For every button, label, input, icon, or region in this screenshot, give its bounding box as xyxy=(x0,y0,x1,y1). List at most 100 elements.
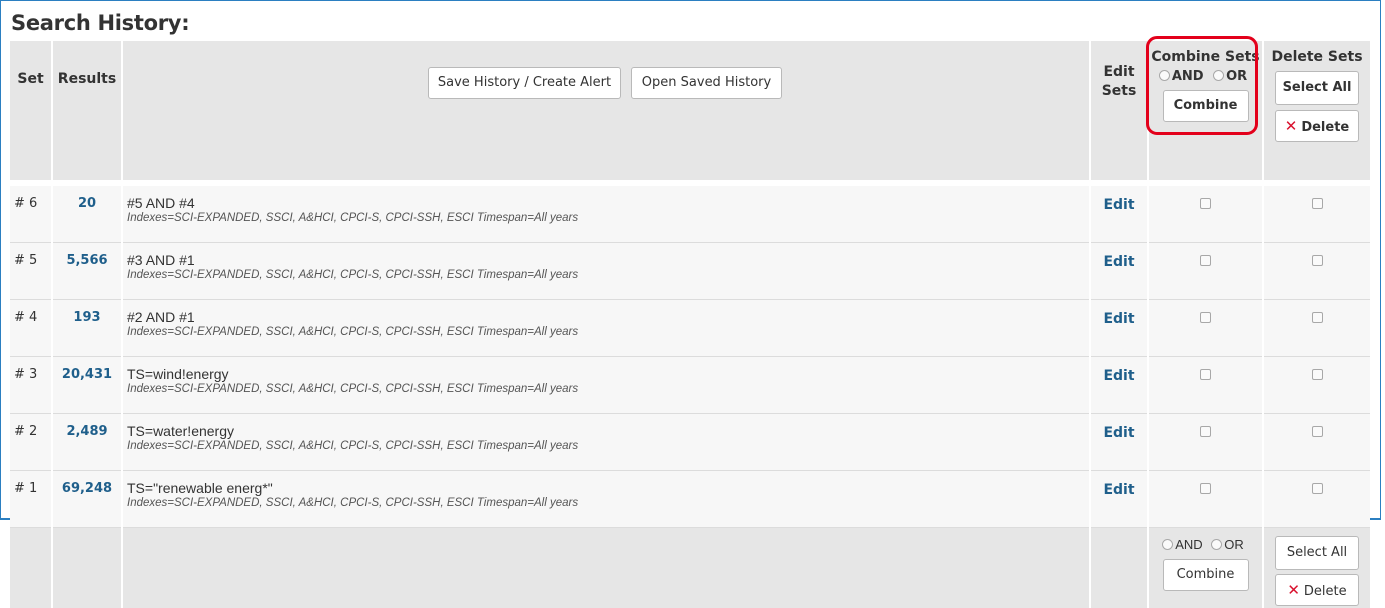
delete-cell xyxy=(1263,186,1370,243)
edit-link[interactable]: Edit xyxy=(1103,311,1134,327)
combine-cell xyxy=(1148,300,1263,357)
query-cell: #2 AND #1Indexes=SCI-EXPANDED, SSCI, A&H… xyxy=(122,300,1090,357)
query-cell: TS=wind!energyIndexes=SCI-EXPANDED, SSCI… xyxy=(122,357,1090,414)
results-count[interactable]: 193 xyxy=(52,300,122,357)
set-number: # 6 xyxy=(10,186,52,243)
delete-checkbox[interactable] xyxy=(1312,198,1323,209)
combine-cell xyxy=(1148,243,1263,300)
query-text: #5 AND #4 xyxy=(127,195,1089,211)
query-text: TS="renewable energ*" xyxy=(127,480,1089,496)
set-number: # 4 xyxy=(10,300,52,357)
delete-cell xyxy=(1263,414,1370,471)
results-count[interactable]: 2,489 xyxy=(52,414,122,471)
results-count[interactable]: 69,248 xyxy=(52,471,122,528)
query-meta: Indexes=SCI-EXPANDED, SSCI, A&HCI, CPCI-… xyxy=(127,211,1089,225)
search-history-panel: Search History: Set Results Edit Sets Co… xyxy=(0,0,1381,520)
query-text: TS=wind!energy xyxy=(127,366,1089,382)
query-cell: TS=water!energyIndexes=SCI-EXPANDED, SSC… xyxy=(122,414,1090,471)
header-delete-sets: Delete Sets Select All ✕Delete xyxy=(1263,41,1370,180)
header-set: Set xyxy=(10,41,52,180)
and-radio[interactable] xyxy=(1159,70,1170,81)
combine-sets-label: Combine Sets xyxy=(1149,49,1262,65)
page-title: Search History: xyxy=(11,11,189,35)
combine-checkbox[interactable] xyxy=(1200,312,1211,323)
set-number: # 1 xyxy=(10,471,52,528)
close-icon: ✕ xyxy=(1287,581,1300,599)
edit-cell: Edit xyxy=(1090,414,1148,471)
or-label: OR xyxy=(1226,69,1247,84)
combine-checkbox[interactable] xyxy=(1200,426,1211,437)
close-icon: ✕ xyxy=(1285,117,1298,135)
table-row: # 3 20,431 TS=wind!energyIndexes=SCI-EXP… xyxy=(10,357,1370,414)
edit-link[interactable]: Edit xyxy=(1103,425,1134,441)
combine-checkbox[interactable] xyxy=(1200,198,1211,209)
query-cell: TS="renewable energ*"Indexes=SCI-EXPANDE… xyxy=(122,471,1090,528)
delete-checkbox[interactable] xyxy=(1312,255,1323,266)
or-radio[interactable] xyxy=(1213,70,1224,81)
edit-cell: Edit xyxy=(1090,471,1148,528)
table-row: # 1 69,248 TS="renewable energ*"Indexes=… xyxy=(10,471,1370,528)
edit-link[interactable]: Edit xyxy=(1103,254,1134,270)
combine-checkbox[interactable] xyxy=(1200,255,1211,266)
edit-link[interactable]: Edit xyxy=(1103,368,1134,384)
footer-and-radio[interactable] xyxy=(1162,539,1173,550)
table-row: # 2 2,489 TS=water!energyIndexes=SCI-EXP… xyxy=(10,414,1370,471)
edit-cell: Edit xyxy=(1090,300,1148,357)
query-text: #3 AND #1 xyxy=(127,252,1089,268)
footer-combine-button[interactable]: Combine xyxy=(1163,559,1249,591)
query-cell: #3 AND #1Indexes=SCI-EXPANDED, SSCI, A&H… xyxy=(122,243,1090,300)
delete-sets-label: Delete Sets xyxy=(1264,49,1370,65)
footer-operator-group: AND OR xyxy=(1149,537,1262,552)
results-count[interactable]: 20 xyxy=(52,186,122,243)
delete-checkbox[interactable] xyxy=(1312,426,1323,437)
header-combine-sets: Combine Sets AND OR Combine xyxy=(1148,41,1263,180)
table-footer: AND OR Combine Select All ✕Delete xyxy=(10,528,1370,608)
footer-or-radio[interactable] xyxy=(1211,539,1222,550)
query-text: #2 AND #1 xyxy=(127,309,1089,325)
footer-and-label: AND xyxy=(1175,537,1202,552)
delete-cell xyxy=(1263,471,1370,528)
edit-cell: Edit xyxy=(1090,186,1148,243)
edit-link[interactable]: Edit xyxy=(1103,197,1134,213)
results-count[interactable]: 20,431 xyxy=(52,357,122,414)
combine-button[interactable]: Combine xyxy=(1163,90,1249,122)
footer-delete-button[interactable]: ✕Delete xyxy=(1275,574,1359,606)
table-row: # 6 20 #5 AND #4Indexes=SCI-EXPANDED, SS… xyxy=(10,186,1370,243)
set-number: # 3 xyxy=(10,357,52,414)
footer-delete: Select All ✕Delete xyxy=(1263,528,1370,608)
set-number: # 2 xyxy=(10,414,52,471)
select-all-button[interactable]: Select All xyxy=(1275,71,1359,105)
table-row: # 4 193 #2 AND #1Indexes=SCI-EXPANDED, S… xyxy=(10,300,1370,357)
delete-cell xyxy=(1263,300,1370,357)
header-actions xyxy=(122,41,1090,180)
query-meta: Indexes=SCI-EXPANDED, SSCI, A&HCI, CPCI-… xyxy=(127,268,1089,282)
table-row: # 5 5,566 #3 AND #1Indexes=SCI-EXPANDED,… xyxy=(10,243,1370,300)
header-results: Results xyxy=(52,41,122,180)
query-text: TS=water!energy xyxy=(127,423,1089,439)
combine-cell xyxy=(1148,186,1263,243)
and-label: AND xyxy=(1172,69,1204,84)
combine-operator-group: AND OR xyxy=(1149,69,1262,84)
delete-checkbox[interactable] xyxy=(1312,483,1323,494)
query-meta: Indexes=SCI-EXPANDED, SSCI, A&HCI, CPCI-… xyxy=(127,439,1089,453)
save-history-button[interactable]: Save History / Create Alert xyxy=(428,67,621,99)
footer-or-label: OR xyxy=(1224,537,1244,552)
edit-cell: Edit xyxy=(1090,357,1148,414)
delete-cell xyxy=(1263,357,1370,414)
edit-link[interactable]: Edit xyxy=(1103,482,1134,498)
query-meta: Indexes=SCI-EXPANDED, SSCI, A&HCI, CPCI-… xyxy=(127,496,1089,510)
search-history-table: Set Results Edit Sets Combine Sets AND O… xyxy=(10,41,1370,608)
delete-cell xyxy=(1263,243,1370,300)
table-header: Set Results Edit Sets Combine Sets AND O… xyxy=(10,41,1370,180)
combine-cell xyxy=(1148,471,1263,528)
delete-checkbox[interactable] xyxy=(1312,369,1323,380)
combine-checkbox[interactable] xyxy=(1200,369,1211,380)
delete-checkbox[interactable] xyxy=(1312,312,1323,323)
delete-button[interactable]: ✕Delete xyxy=(1275,110,1359,142)
combine-checkbox[interactable] xyxy=(1200,483,1211,494)
open-saved-history-button[interactable]: Open Saved History xyxy=(631,67,782,99)
header-edit-sets: Edit Sets xyxy=(1090,41,1148,180)
results-count[interactable]: 5,566 xyxy=(52,243,122,300)
footer-select-all-button[interactable]: Select All xyxy=(1275,536,1359,570)
combine-cell xyxy=(1148,414,1263,471)
